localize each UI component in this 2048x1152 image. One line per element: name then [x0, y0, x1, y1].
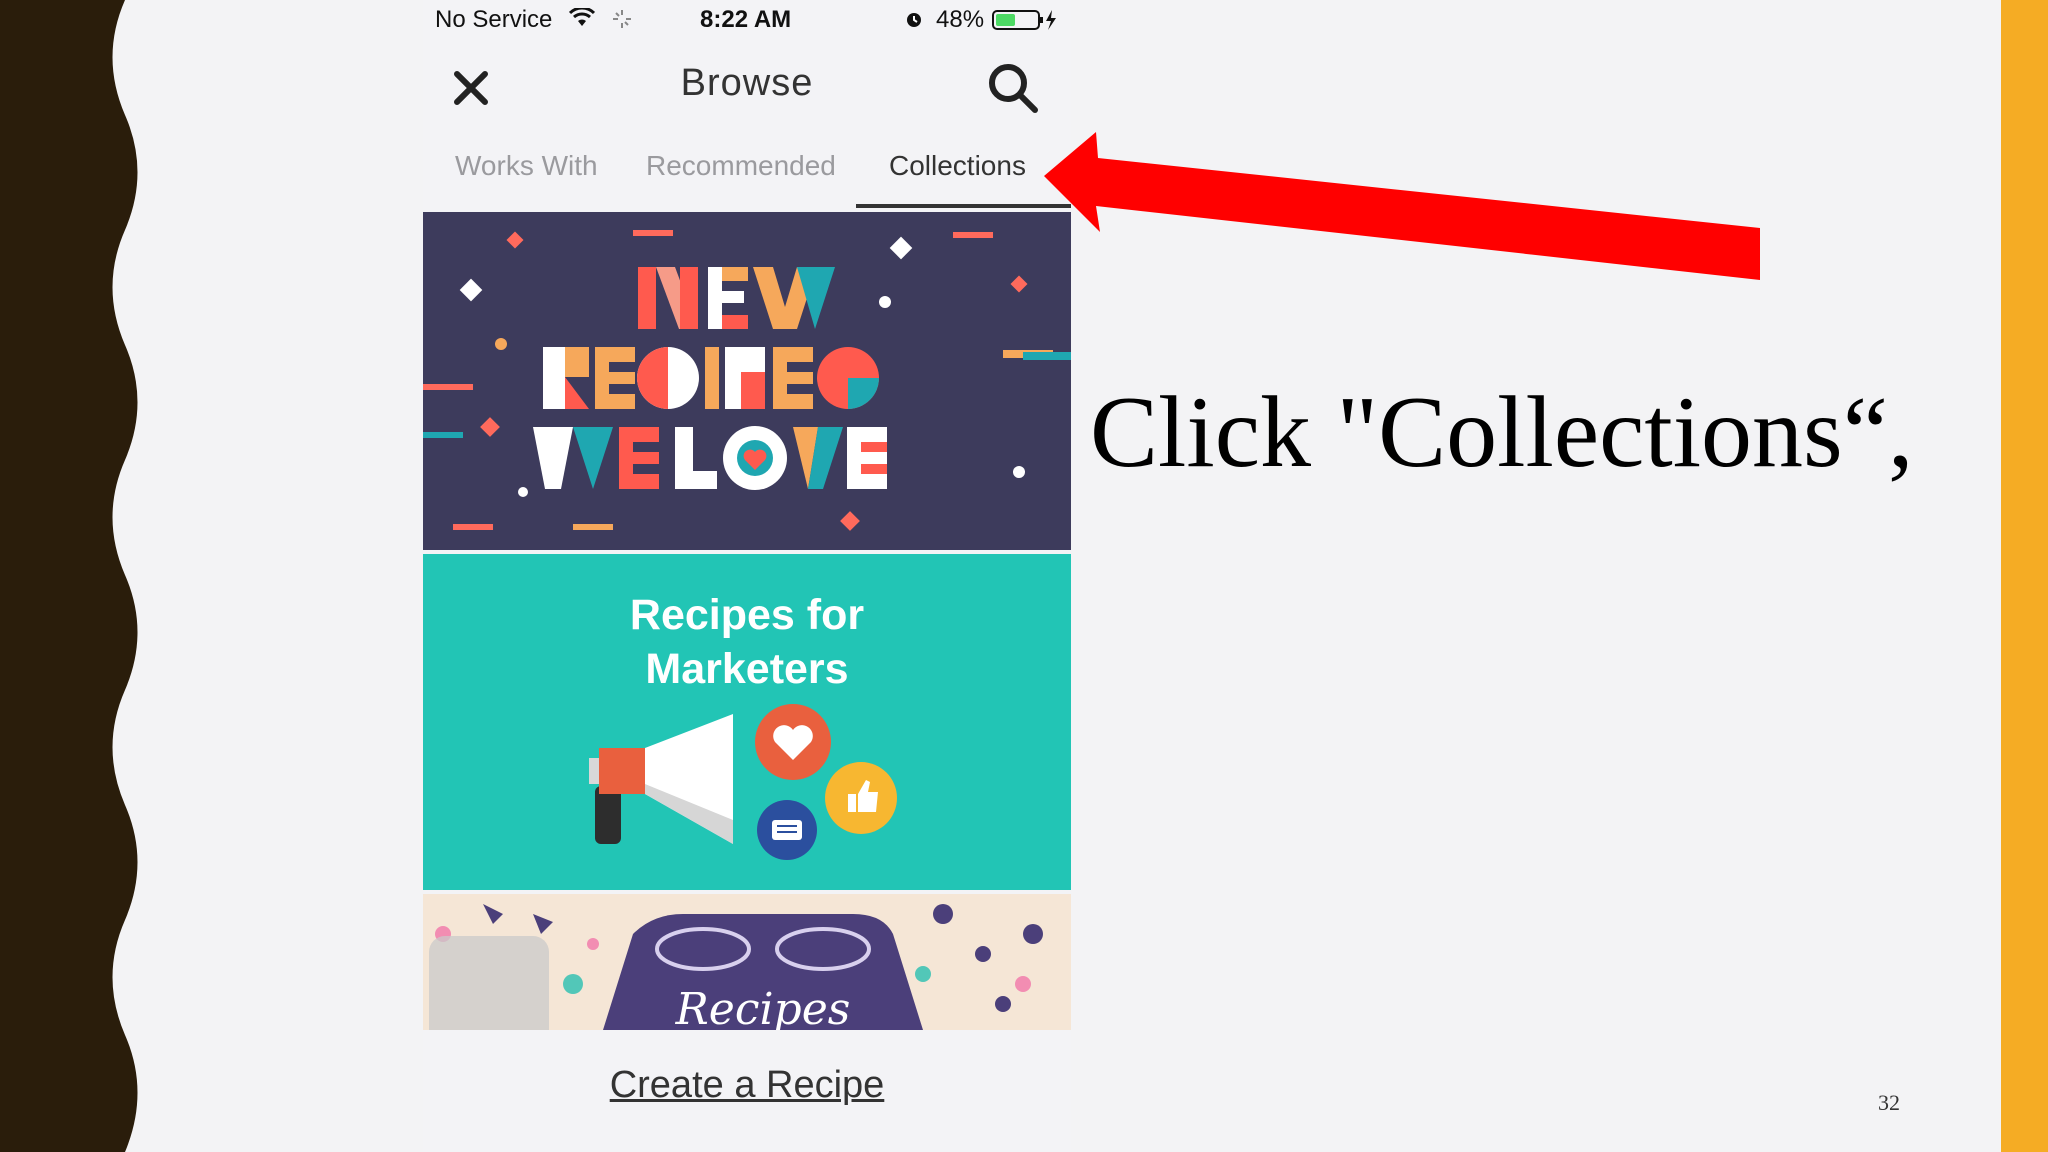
tab-bar: Works With Recommended Collections [423, 148, 1071, 210]
battery-percent: 48% [936, 6, 985, 33]
clock: 8:22 AM [700, 6, 792, 33]
alarm-icon [907, 13, 921, 27]
chat-bubble-icon [757, 800, 817, 860]
right-accent-band [2001, 0, 2048, 1152]
carrier-label: No Service [435, 6, 553, 33]
new-recipes-artwork [423, 230, 1071, 531]
tab-works-with[interactable]: Works With [455, 150, 598, 182]
page-title: Browse [680, 62, 814, 104]
recipes-script-label: Recipes [675, 984, 851, 1030]
charging-icon [1046, 10, 1056, 30]
status-bar: No Service 8:22 AM 48% [423, 0, 1071, 40]
instruction-text: Click "Collections“, [1090, 376, 1914, 489]
megaphone-artwork [589, 704, 897, 860]
slide-number: 32 [1878, 1090, 1900, 1115]
recipes-artwork: Recipes [429, 904, 1043, 1030]
megaphone-icon [589, 714, 733, 844]
wifi-icon [569, 8, 595, 26]
active-tab-indicator [856, 204, 1071, 208]
tab-recommended[interactable]: Recommended [646, 150, 836, 182]
navigation-bar: Browse [423, 48, 1071, 128]
battery-fill [996, 14, 1015, 26]
battery-icon [992, 10, 1056, 30]
phone-screenshot: No Service 8:22 AM 48% Browse Works With… [423, 0, 1071, 1152]
tab-collections[interactable]: Collections [889, 150, 1026, 182]
left-wavy-band [0, 0, 138, 1152]
red-arrow-annotation [1044, 132, 1760, 280]
heart-bubble-icon [755, 704, 831, 780]
create-recipe-link[interactable]: Create a Recipe [423, 1064, 1071, 1107]
loading-icon [613, 10, 631, 28]
collection-card-recipes[interactable]: Recipes [423, 894, 1071, 1030]
collection-card-new-recipes[interactable] [423, 212, 1071, 550]
collection-card-marketers[interactable]: Recipes for Marketers [423, 554, 1071, 890]
thumbs-up-bubble-icon [825, 762, 897, 834]
search-icon[interactable] [985, 60, 1041, 116]
